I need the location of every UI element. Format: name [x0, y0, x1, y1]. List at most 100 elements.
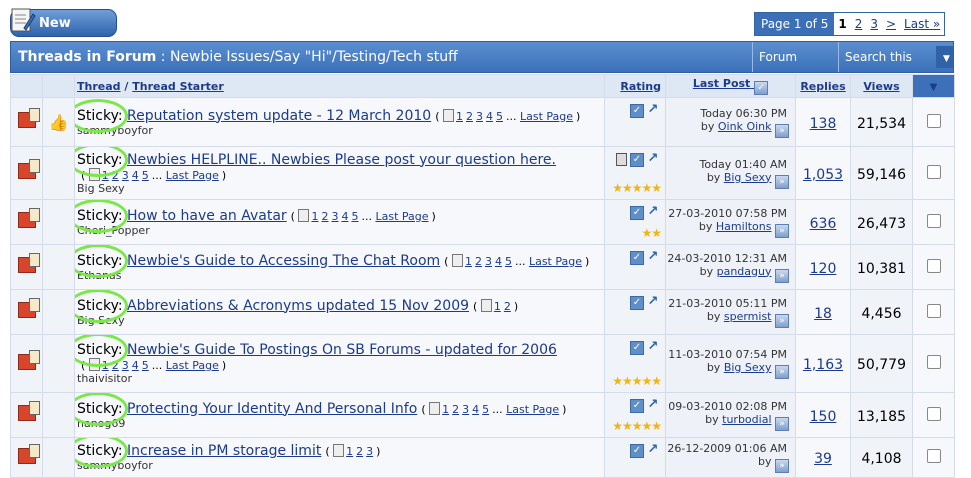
last-post-user[interactable]: Big Sexy [724, 361, 772, 374]
go-to-last-post-icon[interactable]: » [775, 223, 789, 238]
pager-page-1[interactable]: 1 [834, 13, 850, 35]
last-post-user[interactable]: Hamiltons [716, 220, 772, 233]
go-to-last-post-icon[interactable]: » [775, 313, 789, 328]
pager-last[interactable]: Last » [900, 13, 944, 35]
new-thread-button[interactable]: New Thread [10, 8, 117, 59]
thread-page-link[interactable]: 4 [495, 255, 502, 268]
thread-page-link[interactable]: 3 [366, 445, 373, 458]
thread-starter[interactable]: Ethanas [77, 269, 604, 282]
forum-tools-button[interactable]: Forum Tools▼ [752, 42, 838, 94]
go-to-last-post-icon[interactable]: » [775, 123, 789, 138]
thread-last-page-link[interactable]: Last Page [520, 110, 573, 123]
thread-starter[interactable]: sammyboyfor [77, 459, 604, 472]
thread-title-link[interactable]: Protecting Your Identity And Personal In… [127, 401, 417, 417]
replies-count[interactable]: 150 [810, 409, 837, 425]
sort-rating[interactable]: Rating [604, 74, 666, 98]
replies-count[interactable]: 39 [814, 451, 832, 467]
thread-starter[interactable]: sammyboyfor [77, 124, 604, 137]
replies-count[interactable]: 138 [810, 116, 837, 132]
thread-title-link[interactable]: Abbreviations & Acronyms updated 15 Nov … [127, 298, 469, 314]
pager-next[interactable]: > [882, 13, 900, 35]
thread-page-link[interactable]: 4 [132, 359, 139, 372]
replies-count[interactable]: 120 [810, 261, 837, 277]
thread-page-link[interactable]: 2 [466, 110, 473, 123]
thread-page-link[interactable]: 1 [494, 300, 501, 313]
thread-page-link[interactable]: 1 [311, 210, 318, 223]
thread-page-link[interactable]: 2 [356, 445, 363, 458]
thread-starter[interactable]: Cheri_Popper [77, 224, 604, 237]
go-to-last-post-icon[interactable]: » [775, 416, 789, 431]
go-to-last-post-icon[interactable]: » [775, 268, 789, 283]
thread-last-page-link[interactable]: Last Page [529, 255, 582, 268]
thread-page-link[interactable]: 5 [351, 210, 358, 223]
thread-page-link[interactable]: 1 [456, 110, 463, 123]
select-thread-checkbox[interactable] [926, 355, 941, 369]
inline-mod-menu[interactable]: ▼ [912, 74, 955, 98]
select-thread-checkbox[interactable] [926, 164, 941, 179]
sort-replies[interactable]: Replies [795, 74, 851, 98]
replies-count[interactable]: 1,053 [803, 167, 843, 183]
thread-last-page-link[interactable]: Last Page [166, 169, 219, 182]
thread-page-link[interactable]: 1 [442, 403, 449, 416]
thread-page-link[interactable]: 3 [331, 210, 338, 223]
select-thread-checkbox[interactable] [926, 303, 941, 318]
thread-page-link[interactable]: 2 [475, 255, 482, 268]
thread-page-link[interactable]: 2 [112, 169, 119, 182]
thread-page-link[interactable]: 5 [482, 403, 489, 416]
select-thread-checkbox[interactable] [926, 113, 941, 128]
last-post-user[interactable]: Big Sexy [724, 171, 772, 184]
go-to-last-post-icon[interactable]: » [775, 459, 789, 473]
thread-page-link[interactable]: 4 [341, 210, 348, 223]
thread-page-link[interactable]: 1 [102, 169, 109, 182]
thread-page-link[interactable]: 5 [505, 255, 512, 268]
thread-page-link[interactable]: 5 [496, 110, 503, 123]
thread-page-link[interactable]: 3 [122, 169, 129, 182]
thread-page-link[interactable]: 4 [472, 403, 479, 416]
replies-count[interactable]: 18 [814, 306, 832, 322]
go-to-last-post-icon[interactable]: » [775, 365, 789, 379]
select-thread-checkbox[interactable] [926, 258, 941, 273]
search-forum-button[interactable]: Search this Forum ▼ [838, 42, 954, 94]
pager-page-3[interactable]: 3 [866, 13, 882, 35]
thread-last-page-link[interactable]: Last Page [506, 403, 559, 416]
thread-page-link[interactable]: 3 [122, 359, 129, 372]
replies-count[interactable]: 636 [810, 216, 837, 232]
select-thread-checkbox[interactable] [926, 449, 941, 463]
go-to-last-post-icon[interactable]: » [775, 174, 789, 189]
thread-starter[interactable]: thaivisitor [77, 372, 604, 385]
thread-title-link[interactable]: Newbie's Guide To Postings On SB Forums … [127, 342, 557, 358]
last-post-user[interactable]: turbodial [722, 413, 771, 426]
thread-starter[interactable]: Big Sexy [77, 314, 604, 327]
thread-title-link[interactable]: Increase in PM storage limit [127, 443, 321, 459]
thread-page-link[interactable]: 5 [142, 169, 149, 182]
thread-page-link[interactable]: 5 [142, 359, 149, 372]
thread-title-link[interactable]: Reputation system update - 12 March 2010 [127, 108, 431, 124]
thread-starter[interactable]: nanog69 [77, 417, 604, 430]
sort-views[interactable]: Views [850, 74, 913, 98]
thread-last-page-link[interactable]: Last Page [166, 359, 219, 372]
thread-page-link[interactable]: 1 [102, 359, 109, 372]
thread-title-link[interactable]: How to have an Avatar [127, 208, 287, 224]
thread-page-link[interactable]: 2 [504, 300, 511, 313]
replies-count[interactable]: 1,163 [803, 357, 843, 373]
thread-page-link[interactable]: 1 [346, 445, 353, 458]
last-post-user[interactable]: Oink Oink [718, 120, 772, 133]
thread-page-link[interactable]: 3 [476, 110, 483, 123]
last-post-user[interactable]: spermist [724, 310, 772, 323]
select-thread-checkbox[interactable] [926, 406, 941, 421]
thread-page-link[interactable]: 3 [462, 403, 469, 416]
thread-title-link[interactable]: Newbie's Guide to Accessing The Chat Roo… [127, 253, 440, 269]
thread-page-link[interactable]: 4 [486, 110, 493, 123]
thread-last-page-link[interactable]: Last Page [375, 210, 428, 223]
sort-thread[interactable]: Thread [77, 80, 121, 93]
thread-starter[interactable]: Big Sexy [77, 182, 604, 195]
sort-last-post[interactable]: Last Post ✓ [665, 74, 796, 98]
thread-page-link[interactable]: 2 [452, 403, 459, 416]
thread-page-link[interactable]: 1 [465, 255, 472, 268]
thread-page-link[interactable]: 2 [112, 359, 119, 372]
thread-page-link[interactable]: 2 [321, 210, 328, 223]
sort-thread-starter[interactable]: Thread Starter [132, 80, 224, 93]
pager-page-2[interactable]: 2 [851, 13, 867, 35]
thread-title-link[interactable]: Newbies HELPLINE.. Newbies Please post y… [127, 152, 556, 168]
select-thread-checkbox[interactable] [926, 213, 941, 228]
